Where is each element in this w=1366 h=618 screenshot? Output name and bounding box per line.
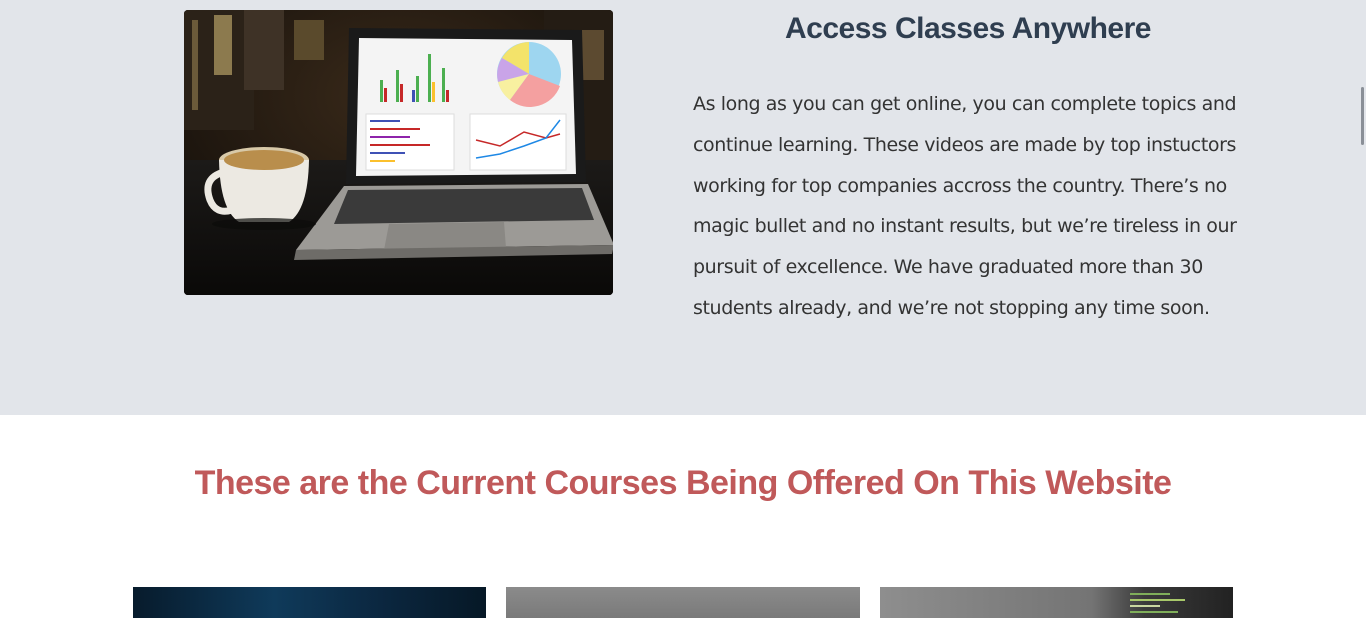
course-card-image-1[interactable] xyxy=(133,587,486,618)
course-card-image-3[interactable] xyxy=(880,587,1233,618)
courses-title: These are the Current Courses Being Offe… xyxy=(194,464,1172,502)
section-paragraph: As long as you can get online, you can c… xyxy=(693,93,1237,319)
scrollbar-thumb[interactable] xyxy=(1361,87,1364,145)
laptop-coffee-photo xyxy=(184,10,613,295)
about-section: Access Classes Anywhere As long as you c… xyxy=(0,0,1366,415)
course-card-image-2[interactable] xyxy=(506,587,860,618)
section-heading: Access Classes Anywhere xyxy=(785,12,1151,45)
code-line xyxy=(1130,605,1160,607)
code-line xyxy=(1130,611,1178,613)
code-line xyxy=(1130,599,1185,601)
code-line xyxy=(1130,593,1170,595)
